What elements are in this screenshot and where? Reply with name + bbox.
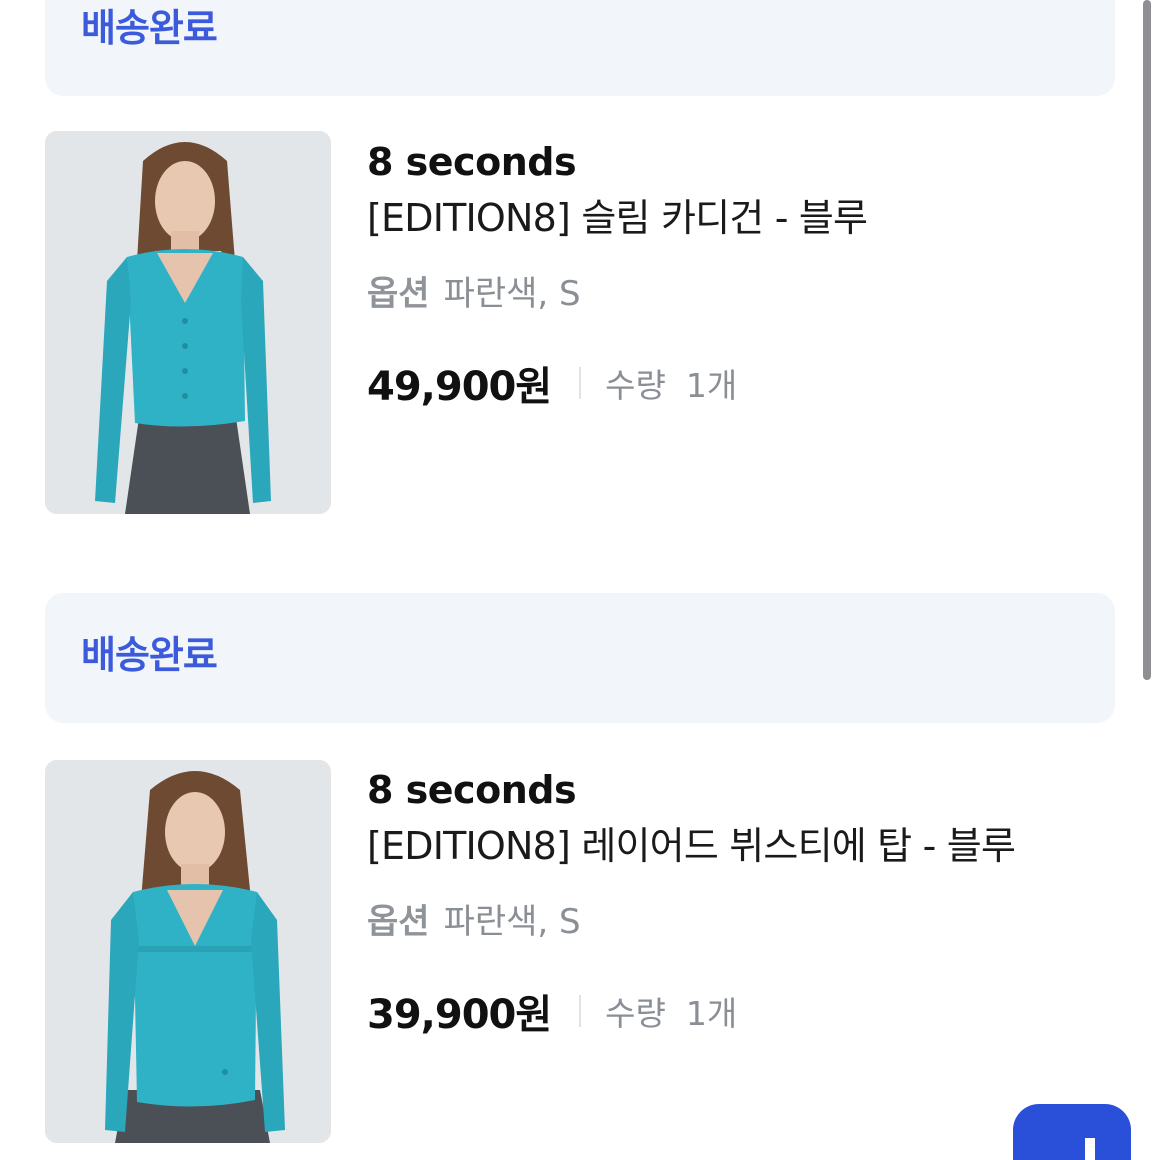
price-row: 39,900원 수량 1개 xyxy=(367,986,1127,1038)
delivery-status-label: 배송완료 xyxy=(81,633,218,677)
order-status-banner: 배송완료 xyxy=(45,0,1115,96)
delivery-status-label: 배송완료 xyxy=(81,6,218,50)
divider xyxy=(579,367,582,399)
order-item-info[interactable]: 8 seconds [EDITION8] 슬림 카디건 - 블루 옵션 파란색, … xyxy=(367,138,1127,410)
option-value: 파란색, S xyxy=(443,902,581,942)
quantity-value: 1개 xyxy=(685,366,738,405)
floating-action-button[interactable] xyxy=(1013,1104,1131,1160)
order-status-banner: 배송완료 xyxy=(45,593,1115,723)
price: 39,900원 xyxy=(367,992,552,1038)
product-name[interactable]: [EDITION8] 슬림 카디건 - 블루 xyxy=(367,194,1127,242)
scrollbar[interactable] xyxy=(1143,0,1151,680)
quantity-label: 수량 xyxy=(605,994,666,1033)
price: 49,900원 xyxy=(367,364,552,410)
option-row: 옵션 파란색, S xyxy=(367,900,1127,944)
brand-name[interactable]: 8 seconds xyxy=(367,766,1127,814)
app-logo-icon xyxy=(1085,1138,1095,1160)
product-photo-cardigan-icon xyxy=(45,131,331,514)
product-image[interactable] xyxy=(45,131,331,514)
option-label: 옵션 xyxy=(367,274,430,314)
product-photo-bustier-top-icon xyxy=(45,760,331,1143)
quantity-value: 1개 xyxy=(685,994,738,1033)
option-row: 옵션 파란색, S xyxy=(367,272,1127,316)
brand-name[interactable]: 8 seconds xyxy=(367,138,1127,186)
price-row: 49,900원 수량 1개 xyxy=(367,358,1127,410)
option-label: 옵션 xyxy=(367,902,430,942)
product-image[interactable] xyxy=(45,760,331,1143)
quantity-label: 수량 xyxy=(605,366,666,405)
divider xyxy=(579,995,582,1027)
option-value: 파란색, S xyxy=(443,274,581,314)
product-name[interactable]: [EDITION8] 레이어드 뷔스티에 탑 - 블루 xyxy=(367,822,1127,870)
order-item-info[interactable]: 8 seconds [EDITION8] 레이어드 뷔스티에 탑 - 블루 옵션… xyxy=(367,766,1127,1038)
